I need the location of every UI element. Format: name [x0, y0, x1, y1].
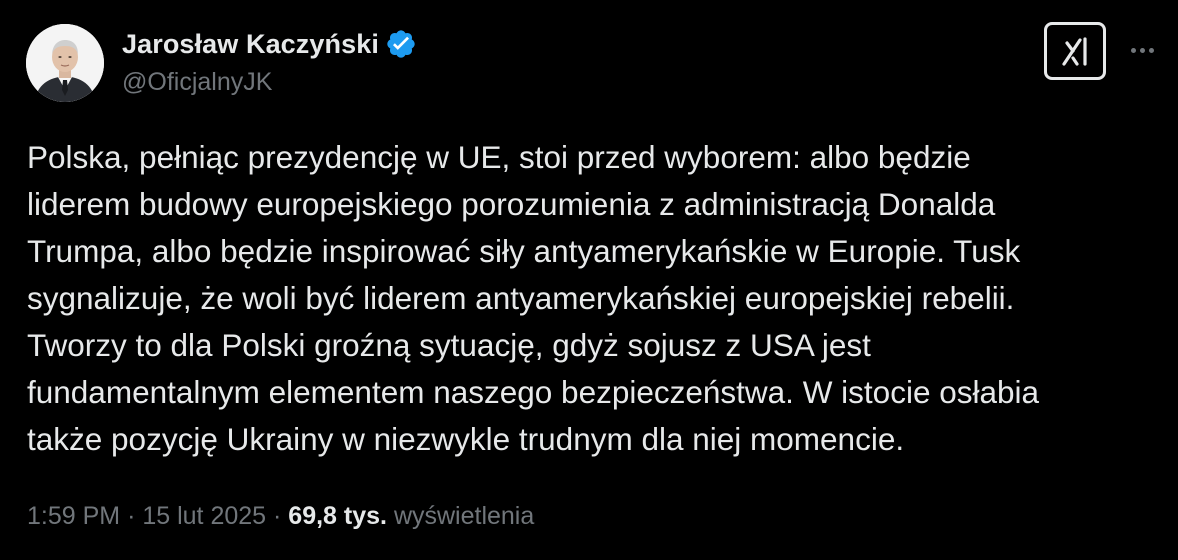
- tweet-text-line: liderem budowy europejskiego porozumieni…: [27, 186, 996, 222]
- tweet-date[interactable]: 15 lut 2025: [142, 502, 266, 530]
- tweet-text: Polska, pełniąc prezydencję w UE, stoi p…: [27, 134, 1167, 463]
- tweet-text-line: fundamentalnym elementem naszego bezpiec…: [27, 374, 1040, 410]
- tweet-time[interactable]: 1:59 PM: [27, 502, 120, 530]
- more-options-button[interactable]: [1124, 36, 1160, 64]
- meta-separator: ·: [127, 502, 136, 530]
- author-name-row: Jarosław Kaczyński: [122, 26, 417, 62]
- avatar-portrait: [26, 24, 104, 102]
- author-handle[interactable]: @OficjalnyJK: [122, 68, 272, 97]
- more-icon: [1130, 47, 1154, 53]
- tweet-meta: 1:59 PM · 15 lut 2025 · 69,8 tys. wyświe…: [27, 502, 534, 531]
- tweet-text-line: Polska, pełniąc prezydencję w UE, stoi p…: [27, 139, 971, 175]
- author-display-name[interactable]: Jarosław Kaczyński: [122, 29, 379, 60]
- grok-icon: [1062, 37, 1087, 66]
- tweet: Jarosław Kaczyński @OficjalnyJK Polska, …: [0, 0, 1178, 560]
- tweet-text-line: sygnalizuje, że woli być liderem antyame…: [27, 280, 1015, 316]
- tweet-text-line: Trumpa, albo będzie inspirować siły anty…: [27, 233, 1021, 269]
- verified-badge-icon[interactable]: [385, 28, 417, 60]
- meta-separator: ·: [273, 502, 282, 530]
- tweet-text-line: Tworzy to dla Polski groźną sytuację, gd…: [27, 327, 871, 363]
- avatar[interactable]: [26, 24, 104, 102]
- tweet-text-line: także pozycję Ukrainy w niezwykle trudny…: [27, 421, 905, 457]
- views-label: wyświetlenia: [393, 502, 535, 530]
- grok-button[interactable]: [1044, 22, 1106, 80]
- views-count: 69,8 tys.: [288, 502, 387, 530]
